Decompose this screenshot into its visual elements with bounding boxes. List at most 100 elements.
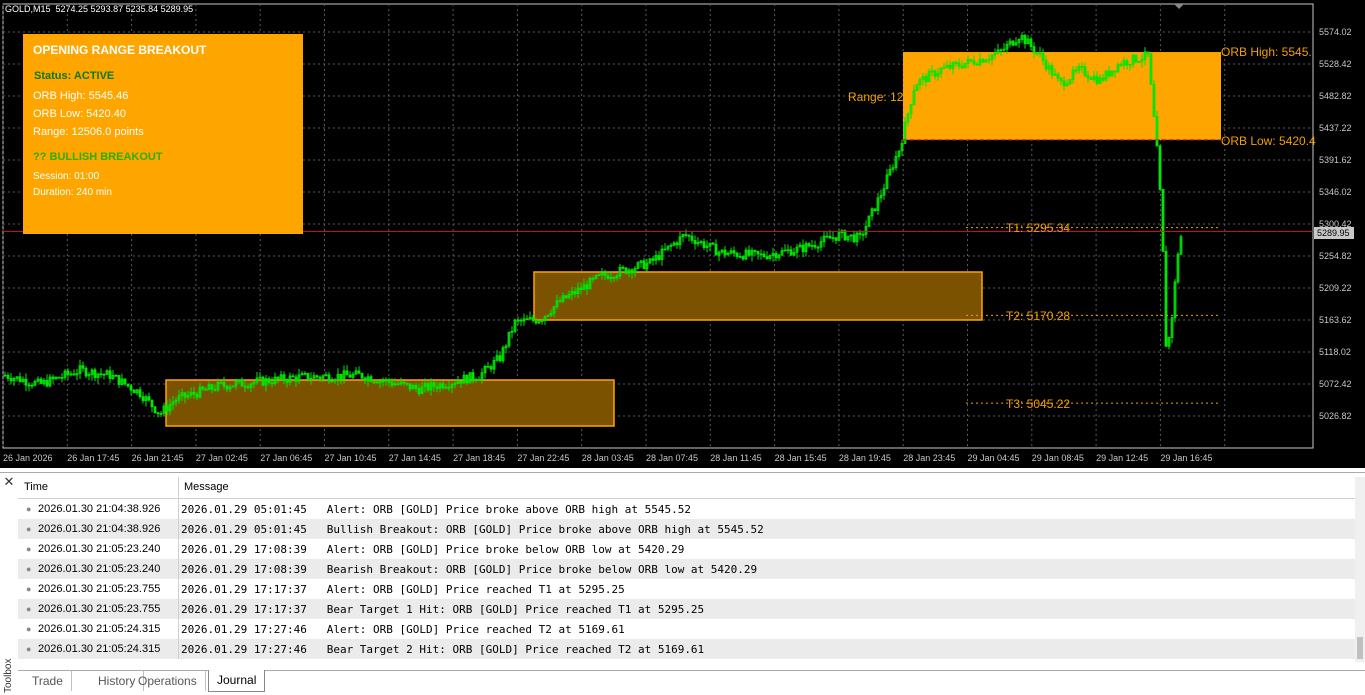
candle-body bbox=[372, 381, 376, 384]
toolbox-panel: ✕ Toolbox Time Message ● 2026.01.30 21:04… bbox=[0, 472, 1365, 694]
candle-body bbox=[1059, 77, 1063, 82]
table-row[interactable]: ● 2026.01.30 21:04:38.926 2026.01.29 05:01… bbox=[18, 519, 1355, 539]
scroll-marker-icon bbox=[1174, 4, 1184, 9]
candle-body bbox=[702, 241, 706, 248]
candle-body bbox=[381, 380, 385, 383]
candle-body bbox=[1050, 65, 1054, 76]
row-message: 2026.01.29 05:01:45 Bullish Breakout: OR… bbox=[181, 523, 764, 536]
candle-body bbox=[957, 62, 961, 67]
candle-body bbox=[732, 250, 736, 254]
table-row[interactable]: ● 2026.01.30 21:05:23.755 2026.01.29 17:17… bbox=[18, 579, 1355, 599]
candle-body bbox=[1083, 66, 1087, 76]
candle-body bbox=[657, 255, 661, 261]
candle-body bbox=[741, 256, 745, 260]
table-row[interactable]: ● 2026.01.30 21:05:24.315 2026.01.29 17:27… bbox=[18, 619, 1355, 639]
candle-body bbox=[1035, 52, 1039, 54]
candle-body bbox=[1011, 40, 1015, 46]
table-row[interactable]: ● 2026.01.30 21:04:38.926 2026.01.29 05:01… bbox=[18, 499, 1355, 519]
candle-body bbox=[261, 376, 265, 386]
candle-body bbox=[612, 277, 616, 279]
col-time[interactable]: Time bbox=[24, 481, 48, 493]
price-chart[interactable]: GOLD,M15 5274.25 5293.87 5235.84 5289.95… bbox=[0, 0, 1365, 468]
candle-body bbox=[138, 389, 142, 397]
orb-box-day2 bbox=[533, 271, 983, 321]
row-bullet-icon: ● bbox=[26, 584, 32, 594]
candle-body bbox=[1158, 145, 1162, 190]
candle-body bbox=[219, 381, 223, 384]
time-tick-label: 27 Jan 10:45 bbox=[324, 453, 377, 463]
candle-body bbox=[45, 379, 49, 387]
candle-body bbox=[465, 374, 469, 384]
candle-body bbox=[282, 374, 286, 381]
time-tick-label: 29 Jan 08:45 bbox=[1031, 453, 1084, 463]
candle-body bbox=[813, 244, 817, 248]
table-row[interactable]: ● 2026.01.30 21:05:23.240 2026.01.29 17:08… bbox=[18, 559, 1355, 579]
price-tick-label: 5118.02 bbox=[1319, 347, 1351, 357]
table-row[interactable]: ● 2026.01.30 21:05:24.315 2026.01.29 17:27… bbox=[18, 639, 1355, 659]
row-message: 2026.01.29 17:08:39 Bearish Breakout: OR… bbox=[181, 563, 758, 576]
row-bullet-icon: ● bbox=[26, 504, 32, 514]
candle-body bbox=[285, 380, 289, 383]
candle-body bbox=[1041, 52, 1045, 61]
candle-body bbox=[1095, 75, 1099, 84]
row-bullet-icon: ● bbox=[26, 644, 32, 654]
candle-body bbox=[210, 384, 214, 390]
candle-body bbox=[1029, 38, 1033, 48]
time-tick-label: 27 Jan 22:45 bbox=[517, 453, 570, 463]
panel-session: Session: 01:00 bbox=[33, 171, 100, 182]
candle-body bbox=[675, 242, 679, 246]
panel-status: Status: ACTIVE bbox=[34, 70, 115, 82]
candle-body bbox=[270, 382, 274, 385]
candle-body bbox=[441, 383, 445, 389]
price-tick-label: 5574.02 bbox=[1319, 27, 1352, 37]
candle-body bbox=[318, 376, 322, 379]
time-tick-label: 29 Jan 12:45 bbox=[1096, 453, 1149, 463]
candle-body bbox=[516, 319, 520, 322]
candle-body bbox=[81, 365, 85, 369]
candle-body bbox=[861, 233, 865, 236]
candle-body bbox=[66, 370, 70, 375]
candle-body bbox=[222, 381, 226, 387]
tab-operations[interactable]: Operations bbox=[130, 671, 206, 691]
candle-body bbox=[129, 385, 133, 391]
journal-table[interactable]: Time Message ● 2026.01.30 21:04:38.926 202… bbox=[18, 477, 1355, 659]
tab-journal[interactable]: Journal bbox=[208, 670, 266, 692]
candle-body bbox=[24, 378, 28, 386]
candle-body bbox=[828, 235, 832, 239]
candle-body bbox=[585, 284, 589, 290]
candle-body bbox=[747, 249, 751, 256]
candle-body bbox=[360, 373, 364, 379]
price-tick-label: 5254.82 bbox=[1319, 251, 1352, 261]
candle-body bbox=[687, 234, 691, 237]
table-row[interactable]: ● 2026.01.30 21:05:23.755 2026.01.29 17:17… bbox=[18, 599, 1355, 619]
candle-body bbox=[459, 380, 463, 384]
candle-body bbox=[363, 377, 367, 382]
candle-body bbox=[756, 250, 760, 255]
candle-body bbox=[573, 290, 577, 295]
candle-body bbox=[630, 269, 634, 274]
candle-body bbox=[684, 234, 688, 236]
candle-body bbox=[195, 393, 199, 398]
candle-body bbox=[603, 272, 607, 277]
candle-body bbox=[948, 64, 952, 69]
candle-body bbox=[1062, 80, 1066, 87]
candle-body bbox=[339, 373, 343, 380]
scrollbar-thumb[interactable] bbox=[1357, 637, 1363, 659]
candle-body bbox=[981, 58, 985, 63]
close-icon[interactable]: ✕ bbox=[2, 475, 16, 489]
candle-body bbox=[933, 70, 937, 77]
tab-trade[interactable]: Trade bbox=[24, 671, 72, 691]
toolbox-tabs: Trade History Operations Journal bbox=[18, 670, 1365, 692]
panel-duration: Duration: 240 min bbox=[33, 187, 112, 198]
col-message[interactable]: Message bbox=[184, 481, 229, 493]
table-row[interactable]: ● 2026.01.30 21:05:23.240 2026.01.29 17:08… bbox=[18, 539, 1355, 559]
candle-body bbox=[486, 365, 490, 368]
price-tick-label: 5163.62 bbox=[1319, 315, 1352, 325]
row-time: 2026.01.30 21:05:24.315 bbox=[38, 643, 161, 655]
candle-body bbox=[474, 379, 478, 381]
candle-body bbox=[624, 267, 628, 274]
vertical-scrollbar[interactable] bbox=[1355, 477, 1365, 662]
candle-body bbox=[564, 295, 568, 299]
price-tick-label: 5437.22 bbox=[1319, 123, 1352, 133]
candle-body bbox=[291, 375, 295, 378]
